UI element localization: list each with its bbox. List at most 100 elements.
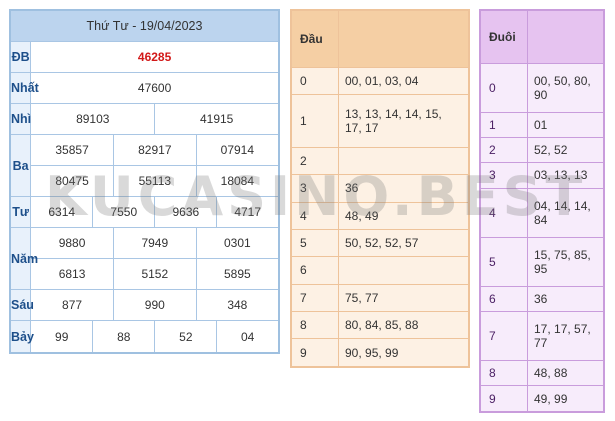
duoi-header-blank [527,9,605,64]
prize-number: 5895 [195,258,280,291]
duoi-key: 9 [479,385,528,413]
duoi-key: 0 [479,62,528,113]
dau-row: 7 75, 77 [290,283,470,312]
duoi-values: 15, 75, 85, 95 [527,236,605,287]
prize-number: 46285 [30,40,280,74]
dau-key: 9 [290,338,339,368]
duoi-values: 49, 99 [527,385,605,413]
prize-row-nhat: Nhất 47600 [9,72,280,105]
dau-values: 13, 13, 14, 14, 15, 17, 17 [338,94,470,148]
prize-number: 877 [30,289,114,322]
prize-number: 9636 [154,196,218,229]
dau-key: 7 [290,283,339,312]
dau-row: 4 48, 49 [290,201,470,230]
dau-key: 5 [290,228,339,258]
prize-number: 990 [112,289,197,322]
dau-values: 80, 84, 85, 88 [338,310,470,340]
duoi-values: 48, 88 [527,359,605,387]
duoi-table: Đuôi 0 00, 50, 80, 90 1 01 2 52, 52 3 03, 13, 13… [479,9,605,413]
prize-number: 0301 [195,227,280,260]
duoi-row: 9 49, 99 [479,385,605,413]
prize-number: 99 [30,320,94,354]
dau-values: 48, 49 [338,201,470,230]
dau-key: 8 [290,310,339,340]
duoi-row: 2 52, 52 [479,136,605,164]
prize-row-nam-2: 6813 5152 5895 [10,258,280,291]
prize-number: 9880 [30,227,114,260]
duoi-values-line: 00, 50, 80, [534,73,591,88]
duoi-values-line: 52, 52 [534,143,568,158]
prize-label: Nhì [9,103,32,136]
duoi-values-line: 01 [534,117,548,132]
prize-number: 6813 [30,258,114,291]
duoi-values-line: 95 [534,261,548,276]
dau-key: 1 [290,94,339,148]
duoi-values: 04, 14, 14, 84 [527,187,605,238]
prize-number: 52 [154,320,218,354]
dau-values-line: 75, 77 [345,290,379,305]
duoi-key: 6 [479,285,528,312]
prize-number: 348 [195,289,280,322]
duoi-values: 52, 52 [527,136,605,164]
duoi-values-line: 17, 17, 57, [534,321,591,336]
prize-label: Ba [9,134,32,198]
dau-key: 0 [290,66,339,96]
dau-values: 36 [338,174,470,203]
prize-row-db: ĐB 46285 [9,40,280,74]
dau-table: Đầu 0 00, 01, 03, 04 1 13, 13, 14, 14, 15, 1… [290,9,470,368]
dau-key: 2 [290,146,339,176]
prize-number: 18084 [195,165,280,198]
prize-number: 6314 [30,196,94,229]
prize-label: Nhất [9,72,39,105]
prize-number: 35857 [30,134,114,167]
dau-values-line: 17, 17 [345,121,379,136]
dau-values-line: 00, 01, 03, 04 [345,74,419,89]
prize-number: 04 [216,320,280,354]
prize-number: 7949 [112,227,197,260]
dau-row: 8 80, 84, 85, 88 [290,310,470,340]
prize-row-ba: Ba 35857 82917 07914 [9,134,280,198]
duoi-values-line: 49, 99 [534,391,568,406]
prize-number: 4717 [216,196,280,229]
duoi-key: 4 [479,187,528,238]
duoi-values-line: 90 [534,87,548,102]
duoi-values: 36 [527,285,605,312]
duoi-values-line: 15, 75, 85, [534,247,591,262]
duoi-row: 5 15, 75, 85, 95 [479,236,605,287]
prize-number: 88 [92,320,156,354]
prize-number: 7550 [92,196,156,229]
prize-number: 07914 [195,134,280,167]
duoi-row: 7 17, 17, 57, 77 [479,310,605,361]
dau-values-line: 90, 95, 99 [345,345,399,360]
duoi-values: 00, 50, 80, 90 [527,62,605,113]
duoi-row: 8 48, 88 [479,359,605,387]
prize-row-bay: Bảy 99 88 52 04 [9,320,280,354]
dau-key: 6 [290,256,339,285]
dau-header: Đầu [290,9,339,68]
prize-number: 41915 [154,103,280,136]
prize-row-nam: Năm 9880 7949 0301 [9,227,280,291]
dau-values: 00, 01, 03, 04 [338,66,470,96]
dau-row: 0 00, 01, 03, 04 [290,66,470,96]
dau-key: 3 [290,174,339,203]
dau-row: 3 36 [290,174,470,203]
prize-label: Sáu [9,289,34,322]
prize-row-tu: Tư 6314 7550 9636 4717 [9,196,280,229]
prize-number: 82917 [112,134,197,167]
duoi-values-line: 48, 88 [534,366,568,381]
dau-row: 5 50, 52, 52, 57 [290,228,470,258]
duoi-key: 8 [479,359,528,387]
dau-values: 50, 52, 52, 57 [338,228,470,258]
duoi-values: 01 [527,111,605,139]
duoi-key: 1 [479,111,528,139]
duoi-header: Đuôi [479,9,528,64]
dau-row: 1 13, 13, 14, 14, 15, 17, 17 [290,94,470,148]
dau-key: 4 [290,201,339,230]
duoi-key: 3 [479,162,528,189]
dau-values-line: 36 [345,181,359,196]
lottery-results-table: Thứ Tư - 19/04/2023 ĐB 46285 Nhất 47600 … [9,9,280,354]
duoi-key: 2 [479,136,528,164]
prize-label: ĐB [9,40,32,74]
dau-values [338,146,470,176]
prize-number: 80475 [30,165,114,198]
